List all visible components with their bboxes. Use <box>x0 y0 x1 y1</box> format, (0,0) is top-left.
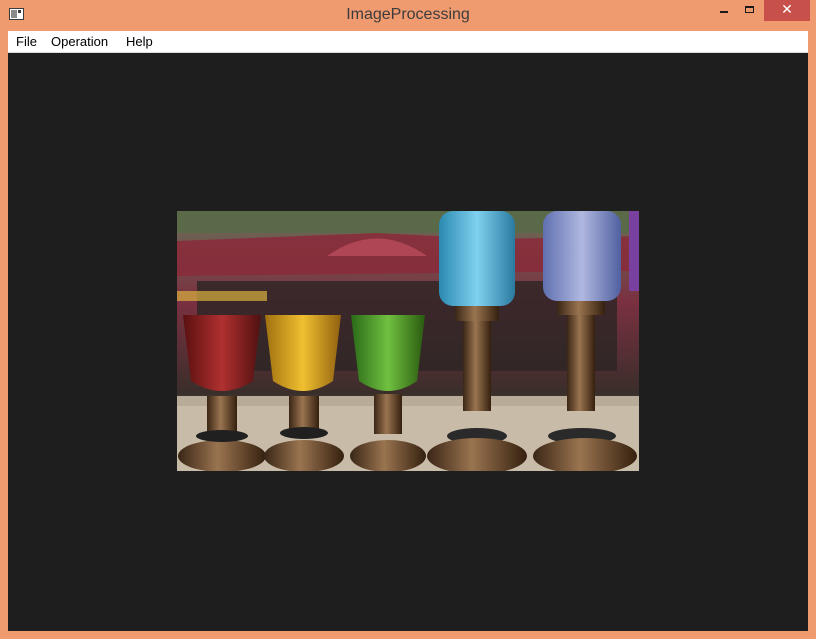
menu-help[interactable]: Help <box>126 34 153 49</box>
minimize-button[interactable] <box>708 0 736 21</box>
menu-operation[interactable]: Operation <box>51 34 108 49</box>
image-canvas[interactable] <box>8 53 808 631</box>
menu-bar: File Operation Help <box>8 31 808 53</box>
title-bar[interactable]: ImageProcessing ✕ <box>0 0 816 31</box>
close-icon: ✕ <box>781 2 793 18</box>
minimize-icon <box>720 11 728 13</box>
app-window: ImageProcessing ✕ File Operation Help <box>0 0 816 639</box>
maximize-button[interactable] <box>736 0 763 21</box>
window-title: ImageProcessing <box>346 6 470 23</box>
close-button[interactable]: ✕ <box>764 0 810 21</box>
loaded-image <box>177 211 639 471</box>
maximize-icon <box>745 6 754 13</box>
app-window-icon[interactable] <box>9 8 24 20</box>
menu-file[interactable]: File <box>16 34 37 49</box>
candle-holders-photo <box>177 211 639 471</box>
